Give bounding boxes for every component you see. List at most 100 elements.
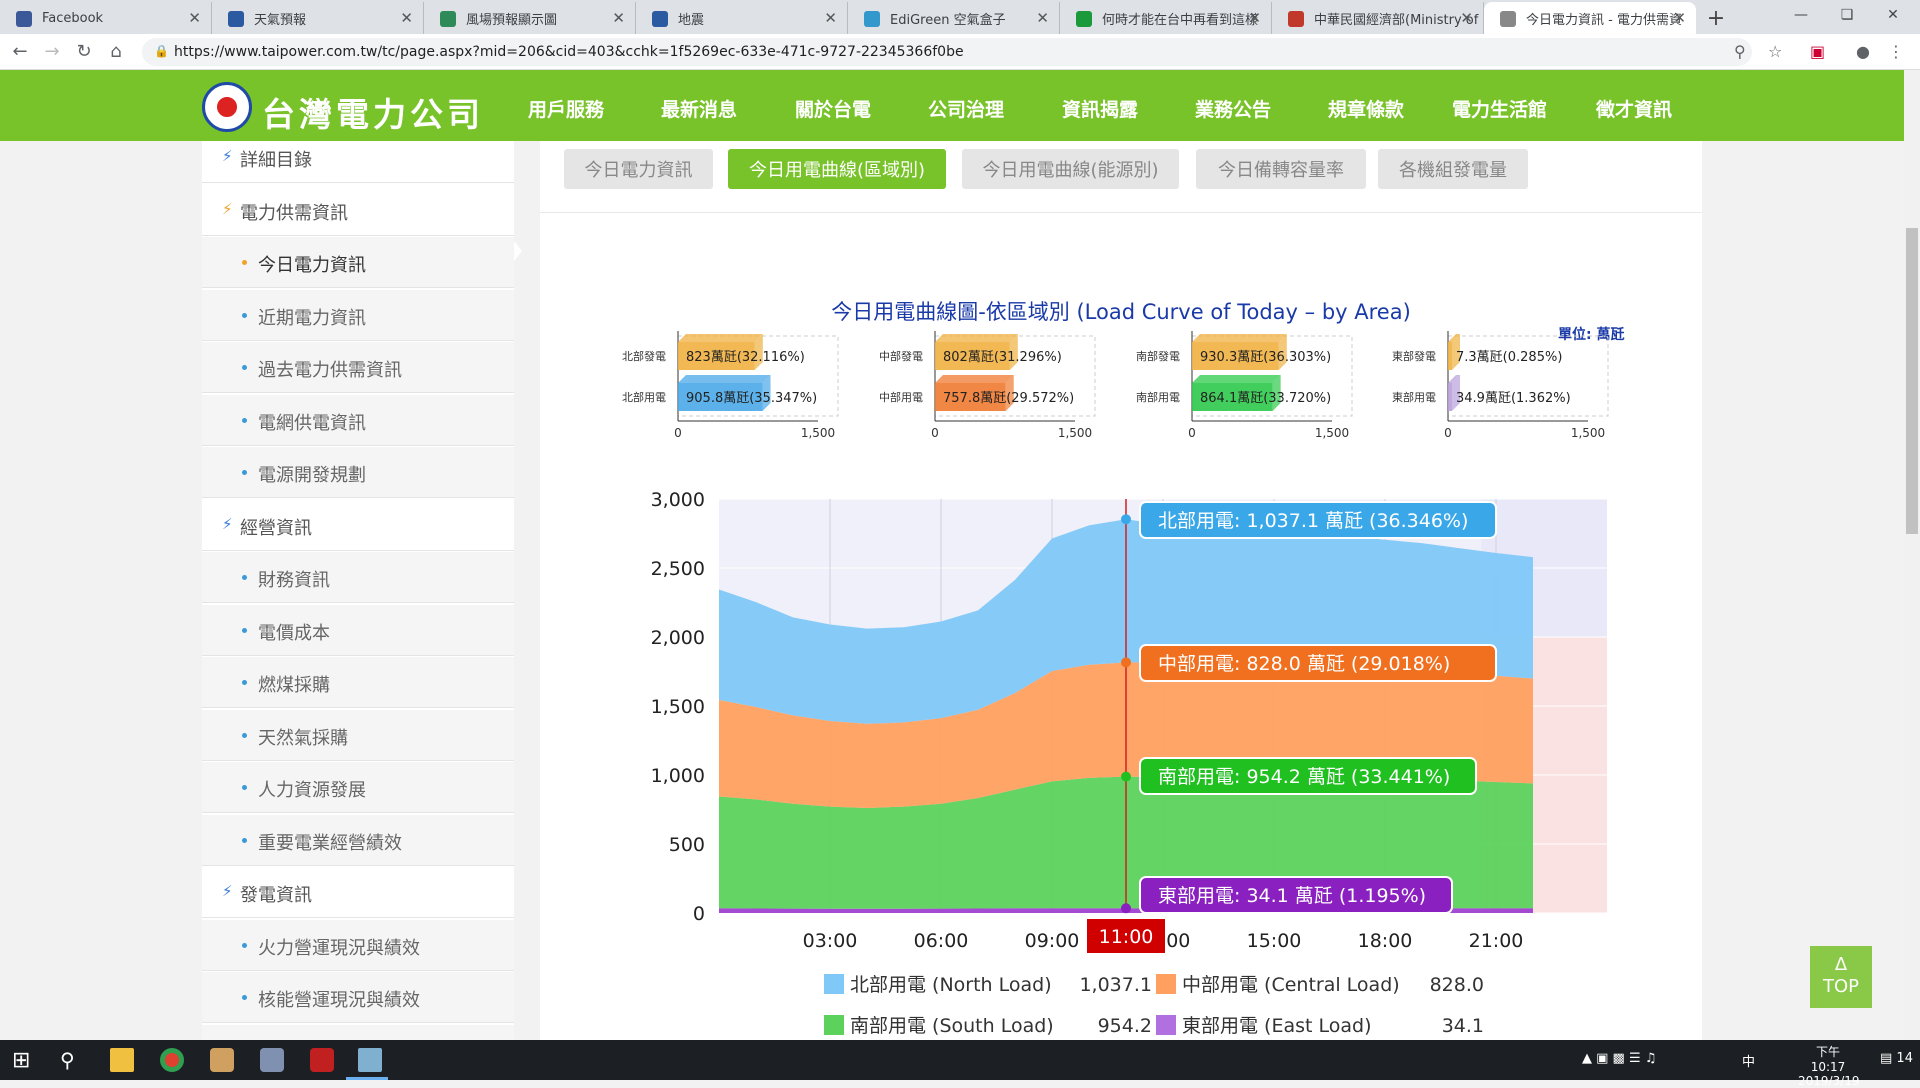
- sidebar-label: 電源開發規劃: [258, 465, 366, 486]
- windows-start-icon[interactable]: ⊞: [12, 1048, 36, 1073]
- browser-tab[interactable]: 地震 ✕: [636, 2, 848, 34]
- windows-taskbar: ⊞ ⚲ ▲ ▣ ▩ ☰ ♫ 中 下午 10:17 2019/3/19 ▤ 14: [0, 1040, 1920, 1088]
- clock[interactable]: 下午 10:17 2019/3/19: [1798, 1043, 1860, 1088]
- tab-close-icon[interactable]: ✕: [824, 9, 837, 27]
- menu-icon[interactable]: ⋮: [1888, 42, 1904, 61]
- nav-item[interactable]: 關於台電: [795, 95, 871, 122]
- sidebar-item[interactable]: 電源開發規劃: [202, 447, 514, 498]
- sidebar-category[interactable]: ⚡ 經營資訊: [202, 500, 514, 551]
- tab-close-icon[interactable]: ✕: [1248, 9, 1261, 27]
- tray-icons[interactable]: ▲ ▣ ▩ ☰ ♫: [1582, 1051, 1656, 1066]
- tab-close-icon[interactable]: ✕: [188, 9, 201, 27]
- scrollbar-thumb[interactable]: [1906, 228, 1918, 534]
- bookmark-star-icon[interactable]: ☆: [1768, 42, 1782, 61]
- extension-icon[interactable]: ▣: [1810, 42, 1825, 61]
- back-icon[interactable]: ←: [8, 40, 32, 64]
- profile-icon[interactable]: ●: [1856, 42, 1870, 61]
- taipower-logo-icon[interactable]: [202, 82, 252, 132]
- nav-item[interactable]: 用戶服務: [528, 95, 604, 122]
- tab-title: 何時才能在台中再看到這樣: [1102, 12, 1259, 28]
- tab-favicon-icon: [228, 11, 244, 27]
- x-tick-label: 03:00: [803, 930, 858, 952]
- browser-tab[interactable]: 風場預報顯示圖 ✕: [424, 2, 636, 34]
- back-to-top-button[interactable]: Δ TOP: [1810, 946, 1872, 1008]
- sidebar-item[interactable]: 過去電力供需資訊: [202, 342, 514, 393]
- legend-swatch: [824, 1015, 844, 1035]
- sidebar-item[interactable]: 重要電業經營績效: [202, 814, 514, 866]
- bullet-icon: [242, 680, 247, 685]
- chrome-icon[interactable]: [160, 1048, 184, 1072]
- tab-favicon-icon: [16, 11, 32, 27]
- tab-favicon-icon: [1288, 11, 1304, 27]
- sidebar-category[interactable]: ⚡ 詳細目錄: [202, 141, 514, 183]
- tab-close-icon[interactable]: ✕: [612, 9, 625, 27]
- file-explorer-icon[interactable]: [110, 1048, 134, 1072]
- maximize-button[interactable]: ❏: [1824, 0, 1870, 30]
- lightning-icon: ⚡: [222, 514, 233, 533]
- close-window-button[interactable]: ✕: [1870, 0, 1916, 30]
- sidebar-label: 核能營運現況與績效: [258, 990, 420, 1011]
- browser-tab[interactable]: EdiGreen 空氣盒子 ✕: [848, 2, 1060, 34]
- tab-title: 天氣預報: [254, 12, 307, 28]
- x-tick-label: 21:00: [1469, 930, 1524, 952]
- tab-close-icon[interactable]: ✕: [400, 9, 413, 27]
- app-icon-2[interactable]: [260, 1048, 284, 1072]
- ime-indicator[interactable]: 中: [1742, 1051, 1755, 1070]
- page-scrollbar[interactable]: [1904, 70, 1920, 1040]
- bullet-icon: [242, 417, 247, 423]
- zoom-icon[interactable]: ⚲: [1734, 42, 1746, 61]
- nav-item[interactable]: 業務公告: [1195, 95, 1271, 122]
- sidebar-label: 經營資訊: [240, 517, 312, 539]
- sidebar-item[interactable]: 電價成本: [202, 604, 514, 656]
- nav-item[interactable]: 徵才資訊: [1596, 95, 1672, 122]
- mini-tick-label: 1,500: [801, 426, 835, 440]
- nav-item[interactable]: 公司治理: [928, 95, 1004, 122]
- sidebar-item[interactable]: 核能營運現況與績效: [202, 972, 514, 1023]
- sidebar-item[interactable]: 再生能源發電概況: [202, 1024, 514, 1040]
- mini-bar-label: 864.1萬瓩(33.720%): [1200, 391, 1331, 406]
- address-bar[interactable]: 🔒 https://www.taipower.com.tw/tc/page.as…: [142, 38, 1752, 66]
- nav-item[interactable]: 規章條款: [1328, 95, 1404, 122]
- bullet-icon: [242, 575, 247, 580]
- tab-close-icon[interactable]: ✕: [1460, 9, 1473, 27]
- mini-bar: [1448, 342, 1452, 370]
- sidebar-label: 天然氣採購: [258, 727, 348, 749]
- tab-close-icon[interactable]: ✕: [1673, 9, 1686, 27]
- lightning-icon: ⚡: [222, 147, 233, 165]
- new-tab-button[interactable]: +: [1696, 2, 1736, 34]
- browser-tab[interactable]: Facebook ✕: [0, 2, 212, 34]
- app-icon-4[interactable]: [358, 1048, 382, 1072]
- nav-item[interactable]: 最新消息: [661, 95, 737, 122]
- sidebar-item[interactable]: 天然氣採購: [202, 709, 514, 761]
- app-icon[interactable]: [210, 1048, 234, 1072]
- sidebar-category[interactable]: ⚡ 電力供需資訊: [202, 185, 514, 236]
- sidebar-category[interactable]: ⚡ 發電資訊: [202, 867, 514, 918]
- mini-tick-label: 0: [1188, 426, 1196, 440]
- reload-icon[interactable]: ↻: [72, 40, 96, 64]
- mini-tick-label: 1,500: [1315, 426, 1349, 440]
- sidebar-item[interactable]: 電網供電資訊: [202, 394, 514, 446]
- nav-item[interactable]: 電力生活館: [1452, 95, 1547, 122]
- browser-tab[interactable]: 中華民國經濟部(Ministry of ✕: [1272, 2, 1484, 34]
- sidebar-item[interactable]: 人力資源發展: [202, 762, 514, 813]
- site-logo-text[interactable]: 台灣電力公司: [262, 88, 484, 136]
- sidebar-item[interactable]: 火力營運現況與績效: [202, 919, 514, 971]
- app-icon-3[interactable]: [310, 1048, 334, 1072]
- sidebar-item[interactable]: 燃煤採購: [202, 657, 514, 708]
- browser-tab[interactable]: 今日電力資訊 - 電力供需資 ✕: [1484, 2, 1696, 34]
- y-tick-label: 0: [693, 903, 705, 925]
- home-icon[interactable]: ⌂: [104, 40, 128, 64]
- tab-close-icon[interactable]: ✕: [1036, 9, 1049, 27]
- sidebar-item[interactable]: 財務資訊: [202, 552, 514, 603]
- browser-tab[interactable]: 天氣預報 ✕: [212, 2, 424, 34]
- nav-item[interactable]: 資訊揭露: [1062, 95, 1138, 122]
- notification-icon[interactable]: ▤ 14: [1880, 1051, 1913, 1066]
- browser-tab[interactable]: 何時才能在台中再看到這樣 ✕: [1060, 2, 1272, 34]
- mini-bar-category: 北部用電: [622, 390, 666, 404]
- search-icon[interactable]: ⚲: [60, 1048, 84, 1072]
- forward-icon[interactable]: →: [40, 40, 64, 64]
- x-tick-label: 06:00: [914, 930, 969, 952]
- sidebar-item[interactable]: 近期電力資訊: [202, 289, 514, 341]
- minimize-button[interactable]: —: [1778, 0, 1824, 30]
- sidebar-item[interactable]: 今日電力資訊: [202, 237, 514, 288]
